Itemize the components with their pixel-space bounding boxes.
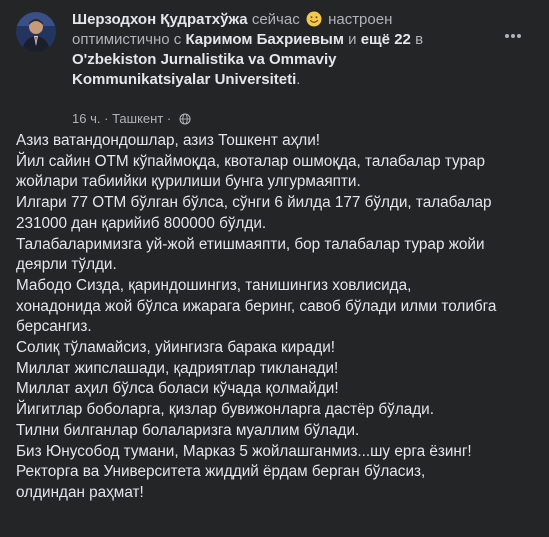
and-word: и xyxy=(348,31,357,48)
post-meta: 16 ч. · Ташкент · xyxy=(72,111,191,127)
facebook-post: Шерзодхон Қудратхўжа сейчас настроен опт… xyxy=(0,0,549,537)
post-line: Тилни билганлар болаларизга муаллим бўла… xyxy=(16,421,360,439)
place-name-line2: Universiteti xyxy=(214,71,297,88)
post-line: хонадонида жой бўлса ижарага беринг, сав… xyxy=(16,297,497,315)
post-line: Йил сайин ОТМ кўпаймоқда, квоталар ошмоқ… xyxy=(16,152,486,170)
smiling-face-icon xyxy=(306,11,322,27)
author-avatar[interactable] xyxy=(16,12,56,52)
post-line: Биз Юнусобод тумани, Марказ 5 жойлашганм… xyxy=(16,442,472,460)
post-line: 231000 дан қарийиб 800000 бўлди. xyxy=(16,214,267,232)
post-line: Талабаларимизга уй-жой етишмаяпти, бор т… xyxy=(16,235,485,253)
in-word: в xyxy=(415,31,424,48)
post-line: Илгари 77 ОТМ бўлган бўлса, сўнги 6 йилд… xyxy=(16,194,492,212)
post-location[interactable]: Ташкент xyxy=(112,111,163,126)
post-header-text: Шерзодхон Қудратхўжа сейчас настроен опт… xyxy=(72,10,472,90)
post-line: Азиз ватандондошлар, азиз Тошкент аҳли! xyxy=(16,132,321,149)
author-name[interactable]: Шерзодхон Қудратхўжа xyxy=(72,11,248,28)
post-time[interactable]: 16 ч. xyxy=(72,111,100,126)
others-link[interactable]: ещё 22 xyxy=(361,31,411,48)
globe-icon[interactable] xyxy=(179,113,191,125)
post-line: Миллат аҳил бўлса боласи кўчада қолмайди… xyxy=(16,380,339,398)
post-line: Миллат жипслашади, қадриятлар тикланади! xyxy=(16,359,339,377)
more-options-button[interactable] xyxy=(499,26,527,46)
post-body: Азиз ватандондошлар, азиз Тошкент аҳли! … xyxy=(16,131,536,504)
post-line: олдиндан раҳмат! xyxy=(16,483,144,501)
post-line: Йигитлар боболарга, қизлар бувижонларга … xyxy=(16,401,434,419)
meta-separator-2: · xyxy=(166,111,172,126)
post-line: Ректорга ва Университета жиддий ёрдам бе… xyxy=(16,463,426,481)
time-status: сейчас xyxy=(251,11,300,28)
post-line: Солиқ тўламайсиз, уйингизга барака кирад… xyxy=(16,339,336,357)
tagged-person-link[interactable]: Каримом Бахриевым xyxy=(185,31,344,48)
avatar-photo xyxy=(16,12,56,52)
more-dots-icon xyxy=(505,34,521,38)
meta-separator: · xyxy=(104,111,109,126)
place-dot: . xyxy=(296,71,301,88)
post-line: деярли тўлди. xyxy=(16,256,117,274)
post-line: берсангиз. xyxy=(16,318,92,336)
post-line: Мабодо Сизда, қариндошингиз, танишингиз … xyxy=(16,276,412,294)
post-line: жойлари табиийки қурилиши бунга улгурмая… xyxy=(16,173,361,191)
post-header: Шерзодхон Қудратхўжа сейчас настроен опт… xyxy=(16,10,533,126)
